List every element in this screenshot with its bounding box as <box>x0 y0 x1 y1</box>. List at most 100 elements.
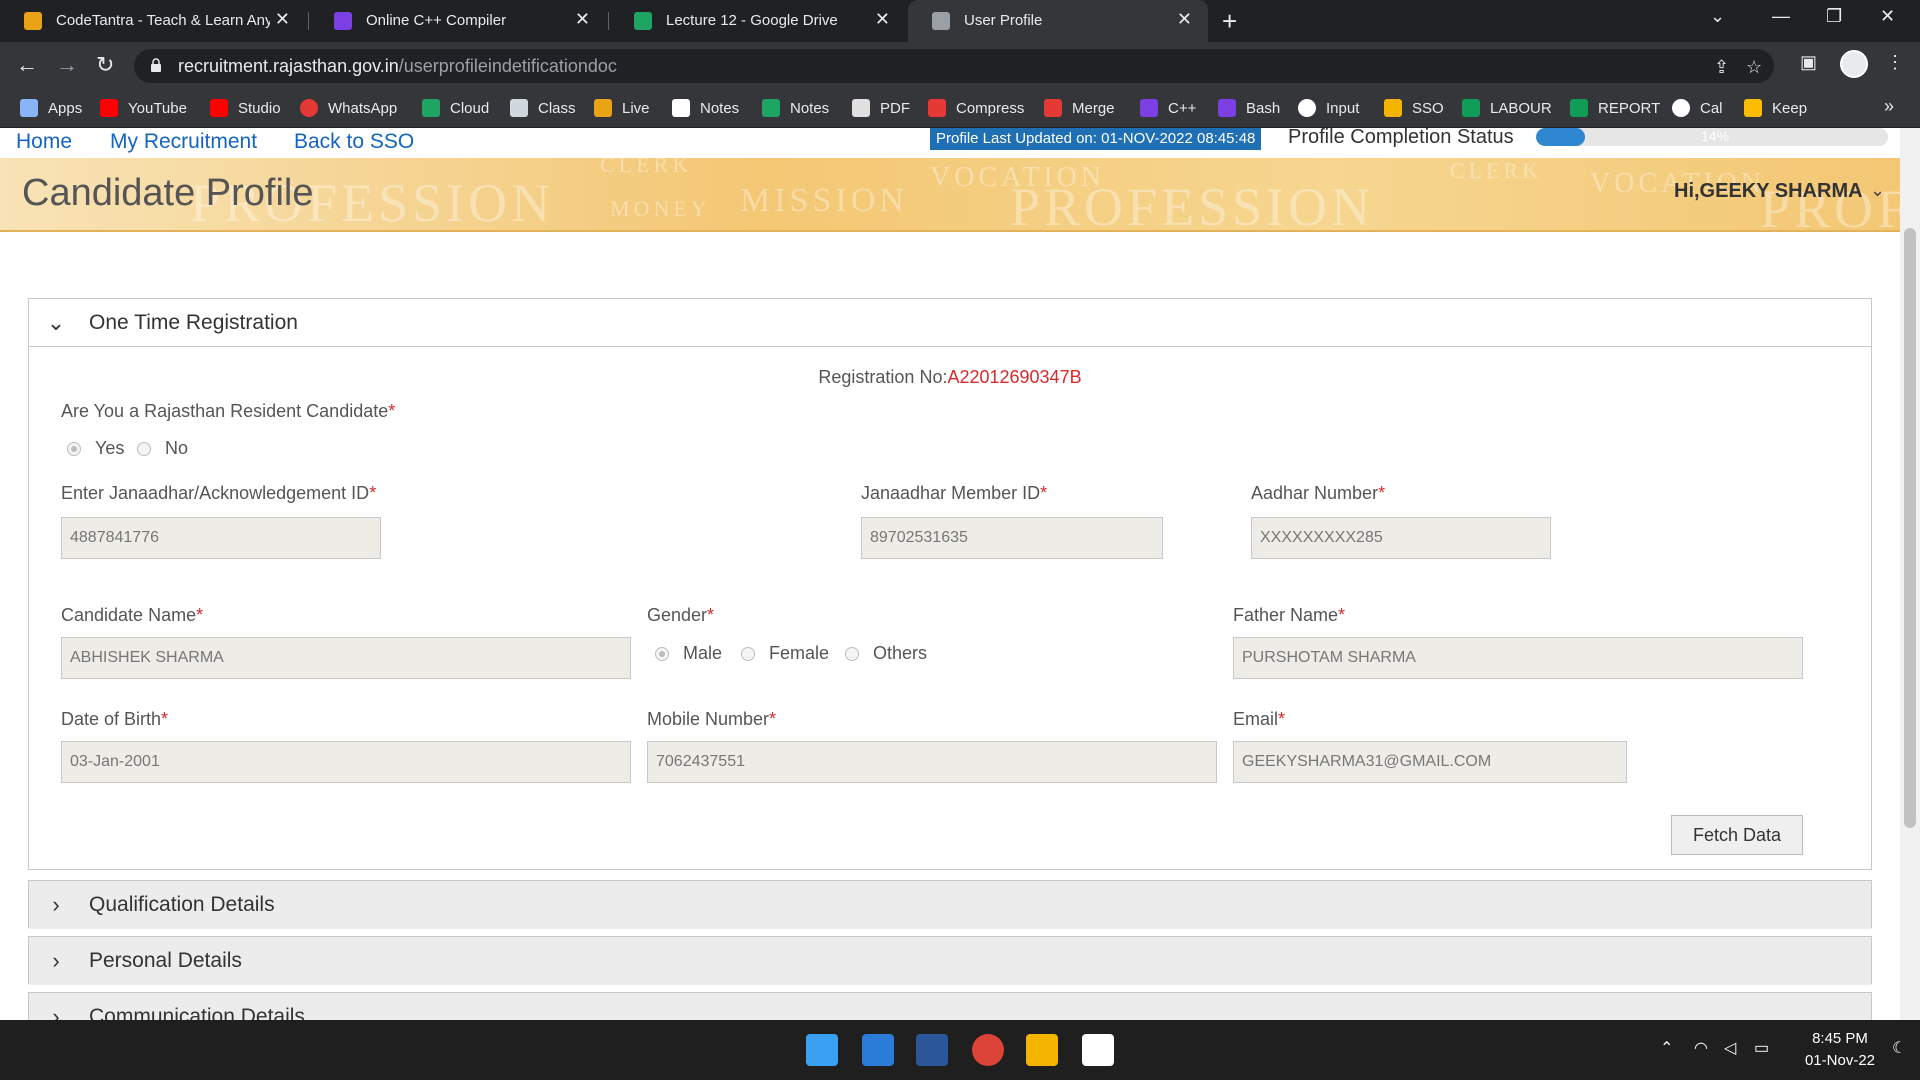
gender-male-radio[interactable]: Male <box>655 643 722 664</box>
forward-button[interactable]: → <box>56 52 78 78</box>
chevron-up-icon[interactable]: ⌃ <box>1660 1038 1673 1058</box>
user-greeting[interactable]: Hi,GEEKY SHARMA <box>1674 180 1863 203</box>
bookmark-sso[interactable]: SSO <box>1384 96 1444 120</box>
communication-panel-header[interactable]: › Communication Details <box>29 993 1871 1020</box>
tab-user-profile[interactable]: User Profile ✕ <box>908 0 1208 42</box>
bookmark-live[interactable]: Live <box>594 96 650 120</box>
tab-codetantra[interactable]: CodeTantra - Teach & Learn Anyw ✕ <box>0 0 306 42</box>
bookmark-input[interactable]: Input <box>1298 96 1359 120</box>
radio-label: Others <box>873 643 928 663</box>
radio-label: Female <box>769 643 830 663</box>
google-drive-icon <box>634 12 652 30</box>
bookmark-studio[interactable]: Studio <box>210 96 281 120</box>
bookmark-report[interactable]: REPORT <box>1570 96 1660 120</box>
bookmark-labour[interactable]: LABOUR <box>1462 96 1552 120</box>
profile-avatar[interactable] <box>1840 50 1868 78</box>
email-input[interactable]: GEEKYSHARMA31@GMAIL.COM <box>1233 741 1627 783</box>
tab-cpp-compiler[interactable]: Online C++ Compiler ✕ <box>310 0 606 42</box>
close-window-button[interactable]: ✕ <box>1880 6 1895 27</box>
address-bar[interactable]: recruitment.rajasthan.gov.in/userprofile… <box>134 49 1774 83</box>
bookmark-merge[interactable]: Merge <box>1044 96 1115 120</box>
back-button[interactable]: ← <box>16 52 38 78</box>
qualification-panel-header[interactable]: › Qualification Details <box>29 881 1871 929</box>
notification-icon[interactable]: ☾ <box>1892 1038 1906 1058</box>
close-tab-icon[interactable]: ✕ <box>1177 9 1192 30</box>
volume-icon[interactable]: ◁ <box>1724 1038 1736 1058</box>
communication-panel[interactable]: › Communication Details <box>28 992 1872 1020</box>
word-icon[interactable] <box>916 1034 948 1066</box>
bookmark-cpp[interactable]: C++ <box>1140 96 1196 120</box>
page-scrollbar[interactable] <box>1900 128 1920 1020</box>
completion-progress-bar: 14% <box>1536 128 1888 146</box>
personal-panel-header[interactable]: › Personal Details <box>29 937 1871 985</box>
bookmark-cloud[interactable]: Cloud <box>422 96 489 120</box>
close-tab-icon[interactable]: ✕ <box>875 9 890 30</box>
side-panel-icon[interactable]: ▣ <box>1800 52 1817 73</box>
bookmark-notes-drive[interactable]: Notes <box>762 96 829 120</box>
bookmark-compress[interactable]: Compress <box>928 96 1024 120</box>
dob-input[interactable]: 03-Jan-2001 <box>61 741 631 783</box>
close-tab-icon[interactable]: ✕ <box>275 9 290 30</box>
mobile-input[interactable]: 7062437551 <box>647 741 1217 783</box>
nav-my-recruitment[interactable]: My Recruitment <box>110 130 257 154</box>
aadhar-input[interactable]: XXXXXXXXX285 <box>1251 517 1551 559</box>
gender-female-radio[interactable]: Female <box>741 643 829 664</box>
bookmark-cal[interactable]: Cal <box>1672 96 1723 120</box>
minimize-button[interactable]: — <box>1772 6 1790 27</box>
bookmark-bash[interactable]: Bash <box>1218 96 1280 120</box>
google-icon <box>1298 99 1316 117</box>
chevron-right-icon: › <box>52 892 60 917</box>
nav-home[interactable]: Home <box>16 130 72 154</box>
bookmark-pdf[interactable]: PDF <box>852 96 910 120</box>
resident-no-radio[interactable]: No <box>137 438 188 459</box>
banner-watermark: CLERK <box>600 158 693 177</box>
new-tab-button[interactable]: + <box>1222 6 1237 37</box>
tab-title: Online C++ Compiler <box>366 12 507 29</box>
close-tab-icon[interactable]: ✕ <box>575 9 590 30</box>
calendar-icon <box>1672 99 1690 117</box>
restore-button[interactable]: ❐ <box>1826 6 1842 27</box>
scrollbar-thumb[interactable] <box>1904 228 1916 828</box>
widgets-icon[interactable] <box>862 1034 894 1066</box>
tab-google-drive[interactable]: Lecture 12 - Google Drive ✕ <box>610 0 906 42</box>
nav-back-to-sso[interactable]: Back to SSO <box>294 130 414 154</box>
wifi-icon[interactable]: ◠ <box>1694 1038 1708 1058</box>
windows-start-icon[interactable] <box>806 1034 838 1066</box>
radio-label: No <box>165 438 189 458</box>
menu-icon[interactable]: ⋮ <box>1886 52 1904 73</box>
resident-yes-radio[interactable]: Yes <box>67 438 124 459</box>
top-nav: Home My Recruitment Back to SSO Profile … <box>0 128 1900 156</box>
qualification-panel[interactable]: › Qualification Details <box>28 880 1872 929</box>
battery-icon[interactable]: ▭ <box>1754 1038 1769 1058</box>
father-name-input[interactable]: PURSHOTAM SHARMA <box>1233 637 1803 679</box>
more-bookmarks-icon[interactable]: » <box>1884 96 1894 117</box>
member-id-input[interactable]: 89702531635 <box>861 517 1163 559</box>
bookmark-apps[interactable]: Apps <box>20 96 82 120</box>
reload-button[interactable]: ↻ <box>96 52 114 78</box>
bookmark-keep[interactable]: Keep <box>1744 96 1807 120</box>
chevron-down-icon[interactable]: ⌄ <box>1870 180 1885 201</box>
bookmark-youtube[interactable]: YouTube <box>100 96 187 120</box>
required-asterisk: * <box>1278 709 1286 729</box>
system-clock[interactable]: 8:45 PM 01-Nov-22 <box>1790 1028 1890 1072</box>
bookmark-notes-notion[interactable]: Notes <box>672 96 739 120</box>
fetch-data-button[interactable]: Fetch Data <box>1671 815 1803 855</box>
bookmark-label: WhatsApp <box>328 99 398 117</box>
bookmark-class[interactable]: Class <box>510 96 576 120</box>
bookmark-star-icon[interactable]: ☆ <box>1746 57 1762 78</box>
otr-panel-header[interactable]: ⌄ One Time Registration <box>29 299 1871 347</box>
gender-others-radio[interactable]: Others <box>845 643 927 664</box>
notion-icon[interactable] <box>1082 1034 1114 1066</box>
janaadhar-input[interactable]: 4887841776 <box>61 517 381 559</box>
chrome-icon[interactable] <box>972 1034 1004 1066</box>
required-asterisk: * <box>196 605 204 625</box>
share-icon[interactable]: ⇪ <box>1714 57 1729 78</box>
radio-label: Yes <box>95 438 125 458</box>
youtube-studio-icon <box>210 99 228 117</box>
file-explorer-icon[interactable] <box>1026 1034 1058 1066</box>
bookmark-label: LABOUR <box>1490 99 1552 117</box>
bookmark-whatsapp[interactable]: WhatsApp <box>300 96 397 120</box>
personal-panel[interactable]: › Personal Details <box>28 936 1872 985</box>
candidate-name-input[interactable]: ABHISHEK SHARMA <box>61 637 631 679</box>
tab-search-icon[interactable]: ⌄ <box>1710 6 1725 27</box>
